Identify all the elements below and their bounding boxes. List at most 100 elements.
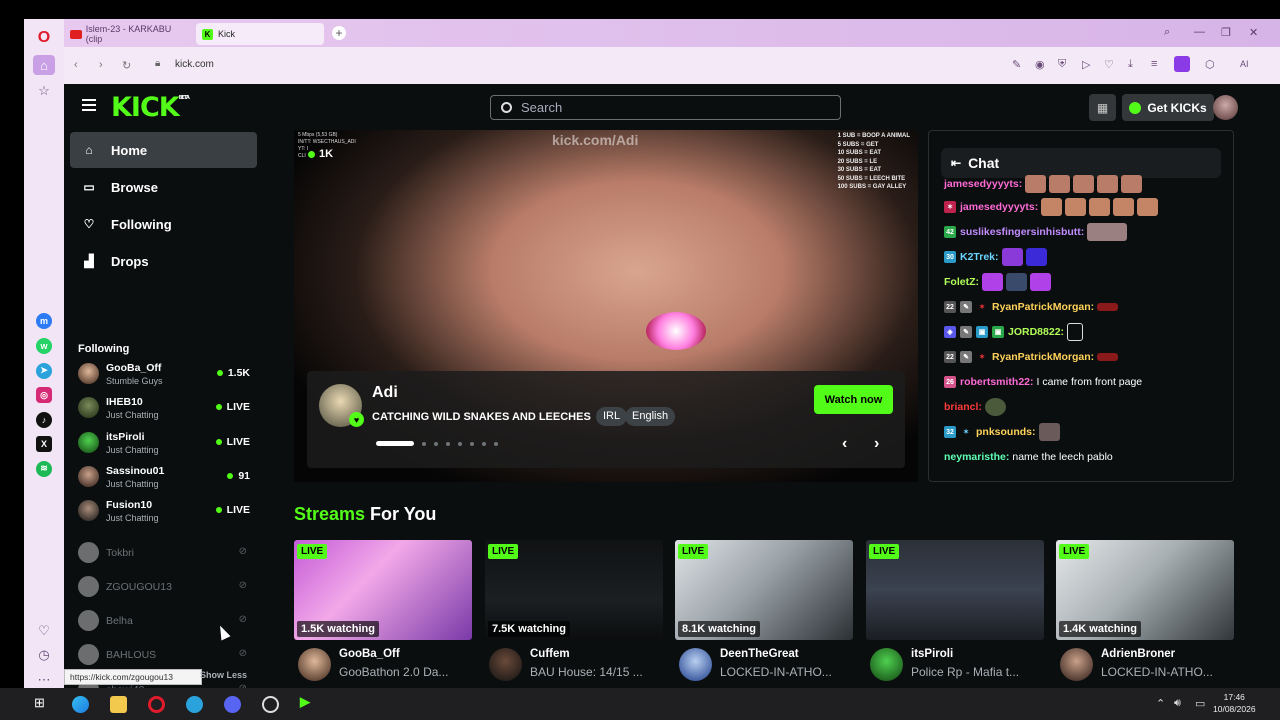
streamer-name[interactable]: Adi bbox=[372, 384, 398, 402]
tab-youtube[interactable]: Islem-23 - KARKABU (clip bbox=[64, 23, 194, 45]
following-channel[interactable]: itsPiroli Just Chatting LIVE bbox=[78, 428, 250, 458]
system-clock[interactable]: 17:46 10/08/2026 bbox=[1213, 691, 1256, 715]
bookmark-star-icon[interactable]: ☆ bbox=[35, 83, 53, 100]
edge-icon[interactable] bbox=[72, 696, 89, 713]
tiktok-icon[interactable]: ♪ bbox=[36, 411, 52, 428]
profile-icon[interactable] bbox=[1174, 56, 1190, 72]
offline-channel[interactable]: ZGOUGOU13 ⊘ bbox=[78, 572, 250, 602]
play-icon[interactable]: ▷ bbox=[1082, 58, 1090, 71]
file-explorer-icon[interactable] bbox=[110, 696, 127, 713]
edit-icon[interactable]: ✎ bbox=[1012, 58, 1021, 71]
tag-irl[interactable]: IRL bbox=[596, 407, 628, 426]
whatsapp-icon[interactable]: w bbox=[36, 337, 52, 354]
sidebar-item-following[interactable]: ♡ Following bbox=[70, 206, 257, 242]
carousel-indicators[interactable] bbox=[376, 441, 506, 446]
featured-stream[interactable]: 5 Mbps (5,53 GB) IN/TT: WSECTHAUS_ADI YT… bbox=[294, 130, 918, 482]
download-icon[interactable]: ⤓ bbox=[1128, 58, 1133, 71]
channel-avatar[interactable] bbox=[489, 648, 522, 681]
messenger-icon[interactable]: m bbox=[36, 313, 52, 330]
opera-logo-icon[interactable]: O bbox=[35, 29, 53, 47]
stream-title[interactable]: GooBathon 2.0 Da... bbox=[339, 665, 474, 679]
stream-title[interactable]: BAU House: 14/15 ... bbox=[530, 665, 665, 679]
stream-card[interactable]: LIVE itsPiroli Police Rp - Mafia t... bbox=[866, 540, 1044, 681]
following-channel[interactable]: Fusion10 Just Chatting LIVE bbox=[78, 496, 250, 526]
new-tab-button[interactable]: + bbox=[332, 26, 346, 40]
app-icon[interactable]: ▶ bbox=[300, 694, 317, 711]
opera-taskbar-icon[interactable] bbox=[148, 696, 165, 713]
back-icon[interactable]: ‹ bbox=[74, 59, 78, 71]
stream-thumbnail[interactable]: LIVE 1.5K watching bbox=[294, 540, 472, 640]
offline-channel[interactable]: Tokbri ⊘ bbox=[78, 538, 250, 568]
spotify-icon[interactable]: ≋ bbox=[36, 460, 52, 477]
windows-start-icon[interactable]: ⊞ bbox=[34, 695, 51, 712]
kick-logo[interactable]: KICKBETA bbox=[111, 92, 190, 123]
channel-avatar[interactable] bbox=[870, 648, 903, 681]
favorite-icon[interactable]: ♡ bbox=[1104, 58, 1114, 71]
stream-title[interactable]: LOCKED-IN-ATHO... bbox=[1101, 665, 1236, 679]
stream-thumbnail[interactable]: LIVE 1.4K watching bbox=[1056, 540, 1234, 640]
camera-icon[interactable]: ◉ bbox=[1035, 58, 1045, 71]
tray-expand-icon[interactable]: ⌃ bbox=[1156, 697, 1165, 710]
chat-collapse-icon[interactable]: ⇤ bbox=[951, 156, 961, 170]
stream-card[interactable]: LIVE 8.1K watching DeenTheGreat LOCKED-I… bbox=[675, 540, 853, 681]
stream-card[interactable]: LIVE 1.4K watching AdrienBroner LOCKED-I… bbox=[1056, 540, 1234, 681]
following-channel[interactable]: IHEB10 Just Chatting LIVE bbox=[78, 393, 250, 423]
offline-channel[interactable]: BAHLOUS ⊘ bbox=[78, 640, 250, 670]
channel-name[interactable]: AdrienBroner bbox=[1101, 648, 1175, 660]
close-icon[interactable]: ✕ bbox=[1249, 26, 1258, 39]
show-less-button[interactable]: Show Less bbox=[200, 670, 247, 680]
heart-icon[interactable]: ♡ bbox=[35, 622, 53, 639]
hamburger-menu-icon[interactable] bbox=[82, 99, 96, 111]
reload-icon[interactable]: ↻ bbox=[122, 59, 131, 72]
channel-name[interactable]: itsPiroli bbox=[911, 648, 953, 660]
ai-button[interactable]: AI bbox=[1240, 59, 1249, 69]
stream-thumbnail[interactable]: LIVE bbox=[866, 540, 1044, 640]
url-field[interactable]: kick.com bbox=[175, 59, 214, 70]
search-tabs-icon[interactable]: ⌕ bbox=[1164, 26, 1170, 39]
network-icon[interactable]: ▭ bbox=[1195, 697, 1205, 710]
sidebar-item-browse[interactable]: ▭ Browse bbox=[70, 169, 257, 205]
home-icon[interactable]: ⌂ bbox=[33, 55, 55, 76]
sidebar-item-drops[interactable]: ▟ Drops bbox=[70, 243, 257, 279]
menu-icon[interactable]: ≡ bbox=[1151, 58, 1157, 70]
following-channel[interactable]: Sassinou01 Just Chatting 91 bbox=[78, 462, 250, 492]
following-channel[interactable]: GooBa_Off Stumble Guys 1.5K bbox=[78, 359, 250, 389]
stream-thumbnail[interactable]: LIVE 7.5K watching bbox=[485, 540, 663, 640]
stream-title[interactable]: LOCKED-IN-ATHO... bbox=[720, 665, 855, 679]
stream-thumbnail[interactable]: LIVE 8.1K watching bbox=[675, 540, 853, 640]
channel-avatar[interactable] bbox=[1060, 648, 1093, 681]
stream-title[interactable]: Police Rp - Mafia t... bbox=[911, 665, 1046, 679]
channel-name[interactable]: GooBa_Off bbox=[339, 648, 400, 660]
carousel-prev-icon[interactable]: ‹ bbox=[842, 435, 847, 453]
x-icon[interactable]: X bbox=[36, 436, 52, 453]
channel-avatar[interactable] bbox=[298, 648, 331, 681]
obs-icon[interactable] bbox=[262, 696, 279, 713]
carousel-next-icon[interactable]: › bbox=[874, 435, 879, 453]
get-kicks-button[interactable]: Get KICKs bbox=[1122, 94, 1214, 121]
volume-icon[interactable]: 🔊︎ bbox=[1174, 697, 1181, 710]
telegram-icon[interactable]: ➤ bbox=[36, 362, 52, 379]
forward-icon[interactable]: › bbox=[99, 59, 103, 71]
stream-card[interactable]: LIVE 1.5K watching GooBa_Off GooBathon 2… bbox=[294, 540, 472, 681]
discord-icon[interactable] bbox=[224, 696, 241, 713]
history-icon[interactable]: ◷ bbox=[35, 647, 53, 664]
layout-toggle-button[interactable]: ▦ bbox=[1089, 94, 1116, 121]
shield-icon[interactable]: ⛨ bbox=[1058, 58, 1066, 71]
tab-kick[interactable]: K Kick bbox=[196, 23, 324, 45]
channel-avatar[interactable] bbox=[679, 648, 712, 681]
telegram-taskbar-icon[interactable] bbox=[186, 696, 203, 713]
maximize-icon[interactable]: ❐ bbox=[1221, 26, 1231, 39]
user-avatar[interactable] bbox=[1213, 95, 1238, 120]
extensions-icon[interactable]: ⬡ bbox=[1205, 58, 1215, 71]
minimize-icon[interactable]: — bbox=[1194, 26, 1205, 38]
sub-badge-icon: 32 bbox=[944, 426, 956, 438]
watch-now-button[interactable]: Watch now bbox=[814, 385, 893, 414]
tag-english[interactable]: English bbox=[625, 407, 676, 426]
stream-card[interactable]: LIVE 7.5K watching Cuffem BAU House: 14/… bbox=[485, 540, 663, 681]
more-icon[interactable]: ⋯ bbox=[35, 671, 53, 688]
sidebar-item-home[interactable]: ⌂ Home bbox=[70, 132, 257, 168]
instagram-icon[interactable]: ◎ bbox=[36, 387, 52, 404]
channel-name[interactable]: DeenTheGreat bbox=[720, 648, 799, 660]
channel-name[interactable]: Cuffem bbox=[530, 648, 570, 660]
search-input[interactable]: Search bbox=[490, 95, 841, 120]
